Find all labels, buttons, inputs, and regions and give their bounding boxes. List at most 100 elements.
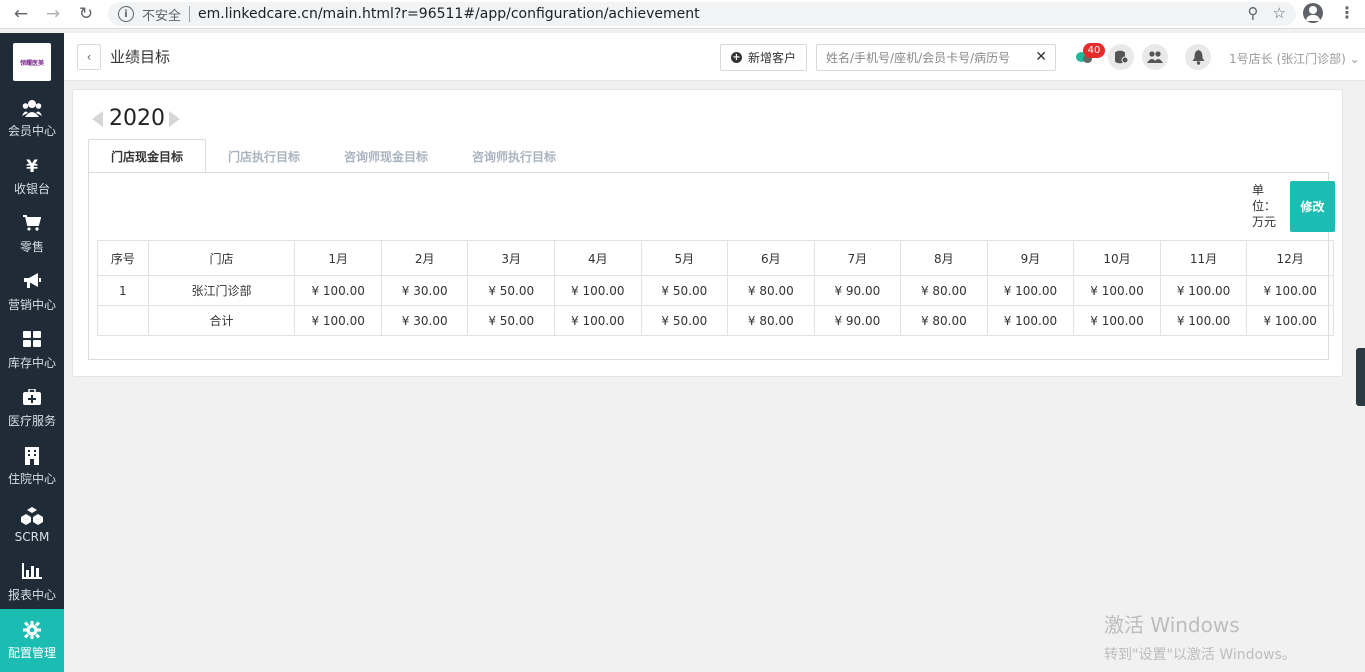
table-total-row: 合计 ¥ 100.00 ¥ 30.00 ¥ 50.00 ¥ 100.00 ¥ 5… bbox=[97, 305, 1334, 336]
back-button[interactable]: ‹ bbox=[77, 44, 101, 70]
column-header: 6月 bbox=[727, 240, 815, 276]
column-header: 5月 bbox=[640, 240, 729, 276]
column-header: 2月 bbox=[380, 240, 469, 276]
table-cell: ¥ 30.00 bbox=[380, 305, 469, 336]
customer-search-input[interactable] bbox=[826, 50, 1031, 65]
table-cell: ¥ 100.00 bbox=[1246, 275, 1334, 306]
sidebar-item-label: 住院中心 bbox=[7, 472, 56, 486]
chevron-down-icon: ⌄ bbox=[1349, 52, 1360, 66]
table-cell: ¥ 80.00 bbox=[727, 305, 815, 336]
sidebar-item-retail[interactable]: 零售 bbox=[0, 207, 64, 263]
bell-icon[interactable] bbox=[1185, 44, 1211, 70]
sidebar-item-scrm[interactable]: SCRM bbox=[0, 497, 64, 553]
sidebar-item-label: 收银台 bbox=[13, 182, 50, 196]
target-tabs: 门店现金目标 门店执行目标 咨询师现金目标 咨询师执行目标 bbox=[88, 139, 578, 173]
next-year-icon[interactable] bbox=[169, 110, 180, 127]
column-header: 10月 bbox=[1073, 240, 1161, 276]
table-cell: ¥ 50.00 bbox=[467, 275, 555, 306]
watermark-subtitle: 转到"设置"以激活 Windows。 bbox=[1104, 647, 1296, 663]
forward-arrow-icon[interactable]: → bbox=[42, 3, 64, 25]
table-cell: ¥ 50.00 bbox=[467, 305, 555, 336]
column-header: 12月 bbox=[1246, 240, 1334, 276]
table-cell: ¥ 100.00 bbox=[294, 275, 382, 306]
reload-icon[interactable]: ↻ bbox=[75, 3, 97, 25]
sidebar-item-inventory[interactable]: 库存中心 bbox=[0, 323, 64, 379]
prev-year-icon[interactable] bbox=[92, 110, 103, 127]
back-arrow-icon[interactable]: ← bbox=[10, 3, 32, 25]
table-cell: ¥ 80.00 bbox=[900, 275, 988, 306]
table-cell: ¥ 50.00 bbox=[640, 275, 729, 306]
chevron-left-icon: ‹ bbox=[86, 50, 92, 64]
table-cell: ¥ 100.00 bbox=[1159, 305, 1248, 336]
table-cell: ¥ 100.00 bbox=[1073, 305, 1161, 336]
bookmark-star-icon[interactable]: ☆ bbox=[1273, 4, 1286, 22]
sidebar-item-inpatient[interactable]: 住院中心 bbox=[0, 439, 64, 495]
menu-kebab-icon[interactable]: ⋮ bbox=[1339, 5, 1355, 21]
address-bar[interactable]: i 不安全 em.linkedcare.cn/main.html?r=96511… bbox=[108, 2, 1296, 26]
sidebar-item-label: 库存中心 bbox=[7, 356, 56, 370]
column-header: 4月 bbox=[553, 240, 642, 276]
table-cell: 张江门诊部 bbox=[147, 275, 296, 306]
table-cell: ¥ 90.00 bbox=[813, 275, 902, 306]
browser-toolbar: ← → ↻ i 不安全 em.linkedcare.cn/main.html?r… bbox=[0, 0, 1365, 29]
windows-activation-watermark: 激活 Windows 转到"设置"以激活 Windows。 bbox=[1104, 609, 1296, 664]
megaphone-icon bbox=[23, 273, 41, 293]
tab-store-execution-target[interactable]: 门店执行目标 bbox=[206, 139, 322, 173]
tab-store-cash-target[interactable]: 门店现金目标 bbox=[88, 139, 207, 173]
sidebar-item-reports[interactable]: 报表中心 bbox=[0, 555, 64, 611]
app-logo[interactable]: 领耀医美 bbox=[13, 43, 51, 81]
table-cell: ¥ 90.00 bbox=[813, 305, 902, 336]
sidebar-item-label: 会员中心 bbox=[7, 124, 56, 138]
coins-icon[interactable] bbox=[1108, 44, 1134, 70]
sidebar-item-config[interactable]: 配置管理 bbox=[0, 609, 64, 672]
tab-consultant-execution-target[interactable]: 咨询师执行目标 bbox=[450, 139, 578, 173]
table-row: 1 张江门诊部 ¥ 100.00 ¥ 30.00 ¥ 50.00 ¥ 100.0… bbox=[97, 275, 1334, 306]
grid-icon bbox=[23, 331, 41, 351]
zoom-icon[interactable]: ⚲ bbox=[1248, 4, 1259, 22]
team-icon[interactable] bbox=[1142, 44, 1168, 70]
building-icon bbox=[24, 447, 40, 467]
table-cell: ¥ 80.00 bbox=[900, 305, 988, 336]
sidebar-item-marketing[interactable]: 营销中心 bbox=[0, 265, 64, 321]
column-header: 8月 bbox=[900, 240, 988, 276]
edit-button[interactable]: 修改 bbox=[1290, 181, 1335, 232]
bar-chart-icon bbox=[22, 563, 42, 583]
add-customer-button[interactable]: + 新增客户 bbox=[720, 44, 807, 71]
sidebar-item-cashier[interactable]: ¥ 收银台 bbox=[0, 149, 64, 205]
column-header: 3月 bbox=[467, 240, 555, 276]
table-cell: ¥ 100.00 bbox=[986, 305, 1075, 336]
user-label: 1号店长 (张江门诊部) bbox=[1229, 52, 1346, 66]
tab-panel: 单位：万元 修改 序号 门店 1月 2月 3月 4月 5月 6月 7月 8月 9… bbox=[88, 172, 1335, 360]
sidebar-item-label: 配置管理 bbox=[7, 645, 56, 660]
column-header: 7月 bbox=[813, 240, 902, 276]
add-customer-label: 新增客户 bbox=[747, 51, 796, 65]
table-cell: ¥ 100.00 bbox=[1246, 305, 1334, 336]
table-cell bbox=[97, 305, 149, 336]
year-selector: 2020 bbox=[92, 106, 180, 131]
table-cell: ¥ 100.00 bbox=[294, 305, 382, 336]
floating-side-handle[interactable] bbox=[1356, 348, 1365, 406]
table-header-row: 序号 门店 1月 2月 3月 4月 5月 6月 7月 8月 9月 10月 11月… bbox=[97, 240, 1334, 276]
info-icon[interactable]: i bbox=[118, 6, 134, 22]
plus-circle-icon: + bbox=[730, 52, 742, 63]
table-cell: ¥ 100.00 bbox=[553, 305, 642, 336]
user-menu[interactable]: 1号店长 (张江门诊部) ⌄ bbox=[1229, 50, 1360, 67]
tab-consultant-cash-target[interactable]: 咨询师现金目标 bbox=[322, 139, 450, 173]
search-box: ✕ bbox=[816, 44, 1056, 71]
profile-icon[interactable] bbox=[1303, 3, 1323, 23]
top-header: ‹ 业绩目标 + 新增客户 ✕ 40 1号店长 (张江门诊部) ⌄ bbox=[64, 33, 1365, 81]
table-cell: ¥ 100.00 bbox=[553, 275, 642, 306]
table-cell: ¥ 100.00 bbox=[1159, 275, 1248, 306]
table-cell: ¥ 100.00 bbox=[986, 275, 1075, 306]
members-icon bbox=[22, 99, 42, 119]
clear-icon[interactable]: ✕ bbox=[1035, 49, 1047, 65]
column-header: 11月 bbox=[1159, 240, 1248, 276]
insecure-label: 不安全 bbox=[142, 8, 182, 24]
table-cell: ¥ 30.00 bbox=[380, 275, 469, 306]
year-value: 2020 bbox=[109, 106, 165, 131]
sidebar-item-members[interactable]: 会员中心 bbox=[0, 91, 64, 147]
sidebar-item-medical[interactable]: 医疗服务 bbox=[0, 381, 64, 437]
watermark-title: 激活 Windows bbox=[1104, 613, 1240, 637]
column-header: 9月 bbox=[986, 240, 1075, 276]
url-text[interactable]: em.linkedcare.cn/main.html?r=96511#/app/… bbox=[198, 6, 700, 22]
